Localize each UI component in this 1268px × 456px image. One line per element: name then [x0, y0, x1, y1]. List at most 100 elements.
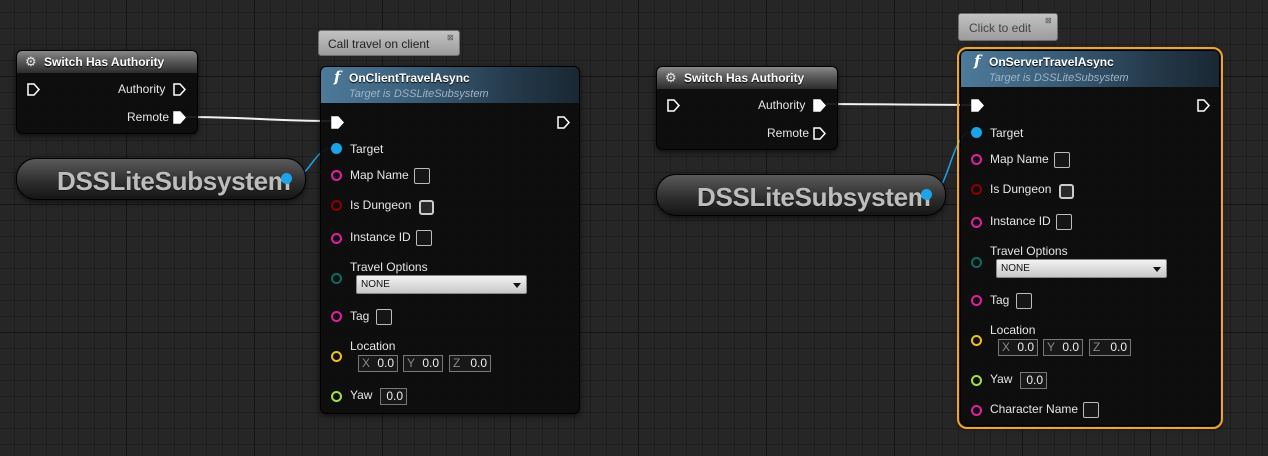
node-title: OnClientTravelAsync: [349, 71, 470, 85]
authority-exec-pin[interactable]: [813, 99, 826, 112]
authority-exec-pin[interactable]: [173, 83, 186, 96]
exec-in-pin[interactable]: [331, 116, 344, 129]
yaw-input[interactable]: 0.0: [380, 388, 407, 405]
remote-exec-pin[interactable]: [813, 127, 826, 140]
location-z-input[interactable]: Z 0.0: [449, 355, 491, 372]
y-axis-label: Y: [407, 356, 416, 370]
instance-id-pin[interactable]: [971, 217, 982, 228]
on-client-travel-async-node[interactable]: f OnClientTravelAsync Target is DSSLiteS…: [320, 66, 580, 414]
instance-id-pin[interactable]: [331, 233, 342, 244]
x-value: 0.0: [1017, 340, 1034, 354]
gear-icon: ⚙: [665, 70, 677, 85]
instance-id-label: Instance ID: [990, 214, 1051, 228]
exec-out-pin[interactable]: [557, 116, 570, 129]
y-axis-label: Y: [1047, 340, 1056, 354]
map-name-label: Map Name: [350, 168, 409, 182]
variable-name: DSSLiteSubsystem: [57, 166, 291, 196]
z-axis-label: Z: [1093, 340, 1101, 354]
is-dungeon-checkbox[interactable]: [1059, 184, 1074, 199]
is-dungeon-label: Is Dungeon: [350, 198, 412, 212]
map-name-pin[interactable]: [971, 154, 982, 165]
chevron-down-icon: [513, 283, 521, 288]
on-server-travel-async-node[interactable]: f OnServerTravelAsync Target is DSSLiteS…: [957, 47, 1223, 429]
character-name-pin[interactable]: [971, 405, 982, 416]
yaw-value: 0.0: [1026, 373, 1043, 387]
instance-id-input[interactable]: [416, 230, 432, 246]
node-title: OnServerTravelAsync: [989, 55, 1114, 69]
node-subtitle: Target is DSSLiteSubsystem: [989, 72, 1129, 84]
dropdown-value: NONE: [361, 279, 390, 290]
yaw-pin[interactable]: [971, 375, 982, 386]
dsslitesubsystem-variable-node[interactable]: DSSLiteSubsystem: [656, 174, 946, 216]
tag-input[interactable]: [376, 309, 392, 325]
is-dungeon-label: Is Dungeon: [990, 182, 1052, 196]
y-value: 0.0: [1062, 340, 1079, 354]
target-pin[interactable]: [971, 127, 982, 138]
remote-exec-pin[interactable]: [173, 111, 186, 124]
yaw-value: 0.0: [386, 389, 403, 403]
is-dungeon-checkbox[interactable]: [419, 200, 434, 215]
map-name-input[interactable]: [414, 168, 430, 184]
comment-text: Click to edit: [969, 21, 1032, 35]
switch-has-authority-node[interactable]: ⚙ Switch Has Authority Authority Remote: [16, 50, 198, 134]
location-pin[interactable]: [971, 335, 982, 346]
character-name-input[interactable]: [1083, 402, 1099, 418]
travel-options-pin[interactable]: [331, 273, 342, 284]
x-value: 0.0: [377, 356, 394, 370]
location-pin[interactable]: [331, 351, 342, 362]
travel-options-pin[interactable]: [971, 257, 982, 268]
exec-in-pin[interactable]: [971, 99, 984, 112]
exec-in-pin[interactable]: [667, 99, 680, 112]
target-pin[interactable]: [331, 143, 342, 154]
location-x-input[interactable]: X 0.0: [998, 339, 1038, 356]
tag-input[interactable]: [1016, 293, 1032, 309]
y-value: 0.0: [422, 356, 439, 370]
gear-icon: ⚙: [25, 54, 37, 69]
x-axis-label: X: [1002, 340, 1011, 354]
z-value: 0.0: [1110, 340, 1127, 354]
is-dungeon-pin[interactable]: [971, 184, 982, 195]
dropdown-value: NONE: [1001, 263, 1030, 274]
is-dungeon-pin[interactable]: [331, 200, 342, 211]
z-axis-label: Z: [453, 356, 461, 370]
travel-options-dropdown[interactable]: NONE: [356, 275, 527, 294]
yaw-label: Yaw: [990, 372, 1013, 386]
x-axis-label: X: [362, 356, 371, 370]
chevron-down-icon: [1153, 267, 1161, 272]
exec-wire: [185, 116, 335, 122]
location-z-input[interactable]: Z 0.0: [1089, 339, 1131, 356]
comment-bubble[interactable]: Call travel on client ⊠: [318, 30, 460, 56]
pin-icon[interactable]: ⊠: [447, 33, 455, 42]
tag-label: Tag: [990, 293, 1010, 307]
travel-options-dropdown[interactable]: NONE: [996, 259, 1167, 278]
map-name-pin[interactable]: [331, 170, 342, 181]
object-out-pin[interactable]: [281, 173, 292, 184]
yaw-label: Yaw: [350, 388, 373, 402]
exec-out-pin[interactable]: [1197, 99, 1210, 112]
dsslitesubsystem-variable-node[interactable]: DSSLiteSubsystem: [16, 158, 306, 200]
comment-text: Call travel on client: [328, 37, 430, 51]
travel-options-label: Travel Options: [350, 260, 428, 274]
pin-icon[interactable]: ⊠: [1045, 16, 1053, 25]
node-title: Switch Has Authority: [44, 55, 165, 69]
yaw-pin[interactable]: [331, 391, 342, 402]
remote-label: Remote: [767, 126, 810, 140]
travel-options-label: Travel Options: [990, 244, 1068, 258]
location-y-input[interactable]: Y 0.0: [403, 355, 443, 372]
location-y-input[interactable]: Y 0.0: [1043, 339, 1083, 356]
yaw-input[interactable]: 0.0: [1020, 372, 1047, 389]
location-label: Location: [990, 323, 1036, 337]
comment-bubble[interactable]: Click to edit ⊠: [958, 13, 1058, 41]
exec-in-pin[interactable]: [27, 83, 40, 96]
tag-pin[interactable]: [971, 295, 982, 306]
character-name-label: Character Name: [990, 402, 1079, 416]
location-x-input[interactable]: X 0.0: [358, 355, 398, 372]
object-out-pin[interactable]: [921, 189, 932, 200]
map-name-input[interactable]: [1054, 152, 1070, 168]
tag-pin[interactable]: [331, 311, 342, 322]
z-value: 0.0: [470, 356, 487, 370]
instance-id-input[interactable]: [1056, 214, 1072, 230]
switch-has-authority-node[interactable]: ⚙ Switch Has Authority Authority Remote: [656, 66, 838, 150]
variable-name: DSSLiteSubsystem: [697, 182, 931, 212]
node-title: Switch Has Authority: [684, 71, 805, 85]
